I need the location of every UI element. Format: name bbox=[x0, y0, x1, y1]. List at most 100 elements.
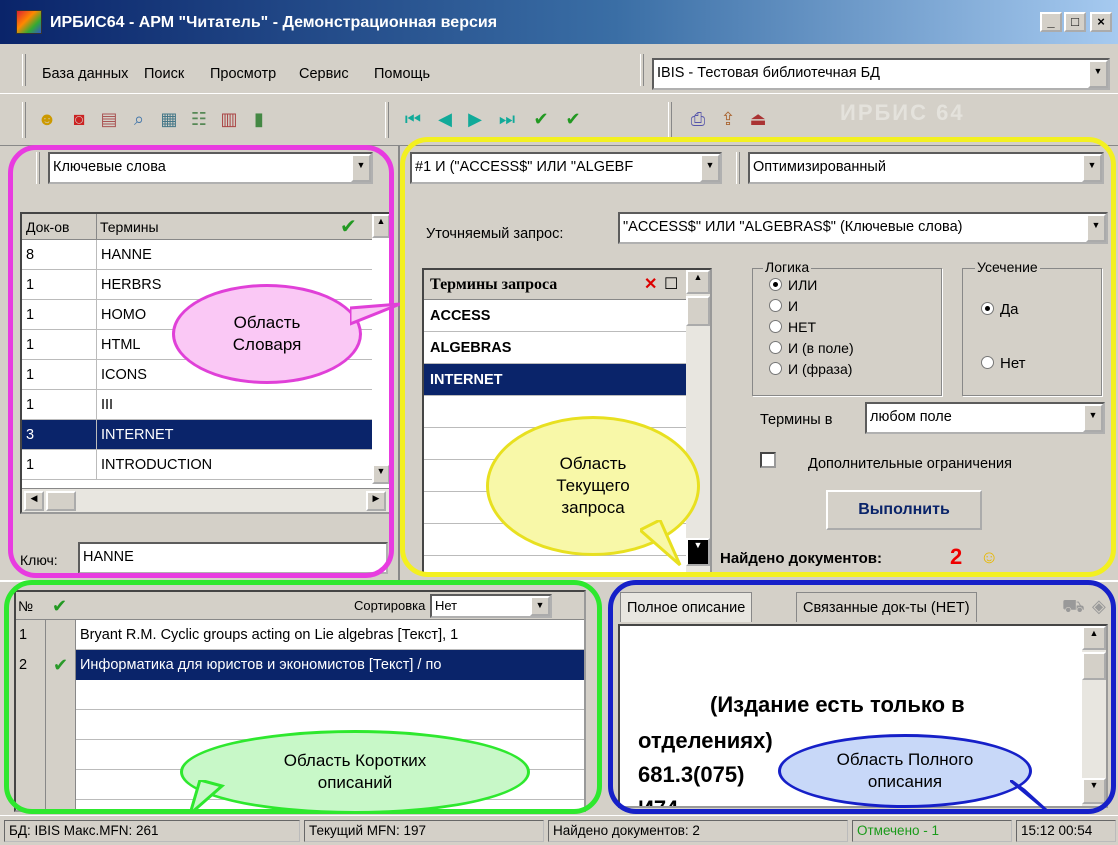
callout-query-tail bbox=[640, 520, 682, 567]
basket-icon[interactable]: ◙ bbox=[66, 105, 92, 133]
query-term-row[interactable]: INTERNET bbox=[424, 364, 686, 396]
short-list-header: № ✔ Сортировка Нет ▼ bbox=[16, 592, 584, 620]
logic-option-label: НЕТ bbox=[788, 319, 816, 335]
callout-dictionary: Область Словаря bbox=[172, 284, 362, 384]
h-scrollbar[interactable]: ◀ ▶ bbox=[22, 488, 390, 512]
short-list-row[interactable]: 2 ✔ Информатика для юристов и экономистов … bbox=[16, 650, 584, 680]
basket-icon[interactable]: ⛟ bbox=[1062, 596, 1085, 620]
status-time: 15:12 00:54 bbox=[1016, 820, 1116, 842]
users-icon[interactable]: ☻ bbox=[34, 105, 60, 133]
row-term: INTERNET bbox=[96, 420, 174, 450]
tab-related-docs[interactable]: Связанные док-ты (НЕТ) bbox=[796, 592, 977, 622]
sort-select[interactable]: Нет ▼ bbox=[430, 594, 552, 618]
refine-query-select[interactable]: "ACCESS$" ИЛИ "ALGEBRAS$" (Ключевые слов… bbox=[618, 212, 1108, 244]
scroll-down-button[interactable]: ▼ bbox=[1082, 778, 1106, 804]
first-record-icon[interactable]: ⏮ bbox=[400, 105, 426, 133]
dictionary-row[interactable]: 1 INTRODUCTION bbox=[22, 450, 372, 480]
scroll-right-button[interactable]: ▶ bbox=[366, 491, 386, 511]
dictionary-type-value: Ключевые слова bbox=[53, 159, 166, 175]
found-count: 2 bbox=[950, 544, 963, 569]
clear-terms-icon[interactable]: ☐ bbox=[664, 270, 678, 300]
chevron-down-icon[interactable]: ▼ bbox=[1086, 214, 1106, 242]
logic-option-radio[interactable]: И bbox=[769, 296, 854, 317]
scroll-thumb[interactable] bbox=[46, 491, 76, 511]
dictionary-row[interactable]: 8 HANNE bbox=[22, 240, 372, 270]
minimize-button[interactable]: _ bbox=[1040, 12, 1062, 32]
scroll-up-button[interactable]: ▲ bbox=[372, 214, 390, 238]
refine-label: Уточняемый запрос: bbox=[426, 226, 564, 242]
chevron-down-icon[interactable]: ▼ bbox=[1082, 154, 1102, 182]
search-icon[interactable]: ⌕ bbox=[126, 105, 152, 133]
sort-label: Сортировка bbox=[354, 598, 426, 613]
tree-icon[interactable]: ☷ bbox=[186, 105, 212, 133]
menu-database[interactable]: База данных bbox=[42, 66, 128, 82]
chevron-down-icon[interactable]: ▼ bbox=[1088, 60, 1108, 88]
search-mode-select[interactable]: Оптимизированный ▼ bbox=[748, 152, 1104, 184]
database-select-value: IBIS - Тестовая библиотечная БД bbox=[657, 65, 880, 81]
database-select[interactable]: IBIS - Тестовая библиотечная БД ▼ bbox=[652, 58, 1110, 90]
desc-scrollbar[interactable]: ▲ ▼ bbox=[1082, 626, 1106, 806]
menu-service[interactable]: Сервис bbox=[299, 66, 349, 82]
export-icon[interactable]: ⇪ bbox=[715, 105, 741, 133]
check-icon[interactable]: ✔ bbox=[46, 650, 76, 680]
order-icon[interactable]: ▤ bbox=[96, 105, 122, 133]
scroll-left-button[interactable]: ◀ bbox=[24, 491, 44, 511]
terms-in-select[interactable]: любом поле ▼ bbox=[865, 402, 1105, 434]
tab-full-description[interactable]: Полное описание bbox=[620, 592, 753, 622]
scroll-up-button[interactable]: ▲ bbox=[1082, 626, 1106, 650]
query-term-row[interactable]: ACCESS bbox=[424, 300, 686, 332]
scroll-down-button[interactable]: ▼ bbox=[372, 464, 390, 484]
check-icon[interactable]: ✔ bbox=[340, 214, 357, 240]
logic-option-radio[interactable]: И (в поле) bbox=[769, 338, 854, 359]
check-icon[interactable]: ✔ bbox=[52, 592, 67, 620]
row-docs-count: 1 bbox=[26, 307, 35, 323]
scroll-thumb[interactable] bbox=[686, 296, 710, 326]
dictionary-header: Док-ов Термины ✔ bbox=[22, 214, 372, 240]
scroll-thumb[interactable] bbox=[1082, 652, 1106, 680]
status-db: БД: IBIS Макс.MFN: 261 bbox=[4, 820, 300, 842]
last-record-icon[interactable]: ⏭ bbox=[494, 105, 520, 133]
close-button[interactable]: × bbox=[1090, 12, 1112, 32]
row-docs-count: 1 bbox=[26, 457, 35, 473]
exit-icon[interactable]: ⏏ bbox=[745, 105, 771, 133]
dictionary-row[interactable]: 3 INTERNET bbox=[22, 420, 372, 450]
chevron-down-icon[interactable]: ▼ bbox=[700, 154, 720, 182]
menu-view[interactable]: Просмотр bbox=[210, 66, 276, 82]
link-icon[interactable]: ◈ bbox=[1092, 596, 1106, 617]
row-docs-count: 8 bbox=[26, 247, 35, 263]
print-icon[interactable]: ⎙ bbox=[685, 105, 711, 133]
next-record-icon[interactable]: ▶ bbox=[462, 105, 488, 133]
remove-term-icon[interactable]: ✕ bbox=[644, 270, 657, 300]
logic-option-radio[interactable]: НЕТ bbox=[769, 317, 854, 338]
short-list-row[interactable]: 1 Bryant R.M. Cyclic groups acting on Lie… bbox=[16, 620, 584, 650]
check-icon[interactable] bbox=[46, 620, 76, 650]
chevron-down-icon[interactable]: ▼ bbox=[530, 596, 550, 616]
logic-option-radio[interactable]: И (фраза) bbox=[769, 359, 854, 380]
dictionary-type-select[interactable]: Ключевые слова ▼ bbox=[48, 152, 373, 184]
chevron-down-icon[interactable]: ▼ bbox=[351, 154, 371, 182]
menu-search[interactable]: Поиск bbox=[144, 66, 184, 82]
query-history-select[interactable]: #1 И ("ACCESS$" ИЛИ "ALGEBF ▼ bbox=[410, 152, 722, 184]
execute-button[interactable]: Выполнить bbox=[826, 490, 982, 530]
trunc-yes-radio[interactable]: Да bbox=[981, 301, 1019, 318]
key-input[interactable]: HANNE bbox=[78, 542, 388, 574]
mark-icon[interactable]: ✔ bbox=[528, 105, 554, 133]
extra-restrictions-checkbox[interactable] bbox=[760, 452, 776, 468]
dictionary-row[interactable]: 1 III bbox=[22, 390, 372, 420]
scroll-up-button[interactable]: ▲ bbox=[686, 270, 710, 294]
window-title: ИРБИС64 - АРМ "Читатель" - Демонстрацион… bbox=[50, 14, 498, 31]
query-term-row[interactable]: ALGEBRAS bbox=[424, 332, 686, 364]
trunc-no-radio[interactable]: Нет bbox=[981, 355, 1026, 372]
form-icon[interactable]: ▦ bbox=[156, 105, 182, 133]
book-icon[interactable]: ▮ bbox=[246, 105, 272, 133]
prev-record-icon[interactable]: ◀ bbox=[432, 105, 458, 133]
logic-option-radio[interactable]: ИЛИ bbox=[769, 275, 854, 296]
report-icon[interactable]: ▥ bbox=[216, 105, 242, 133]
row-number: 2 bbox=[16, 650, 46, 680]
menu-help[interactable]: Помощь bbox=[374, 66, 430, 82]
row-term: ICONS bbox=[96, 360, 147, 390]
extra-restrictions-label: Дополнительные ограничения bbox=[808, 456, 1012, 472]
mark-all-icon[interactable]: ✔ bbox=[560, 105, 586, 133]
maximize-button[interactable]: □ bbox=[1064, 12, 1086, 32]
chevron-down-icon[interactable]: ▼ bbox=[1083, 404, 1103, 432]
